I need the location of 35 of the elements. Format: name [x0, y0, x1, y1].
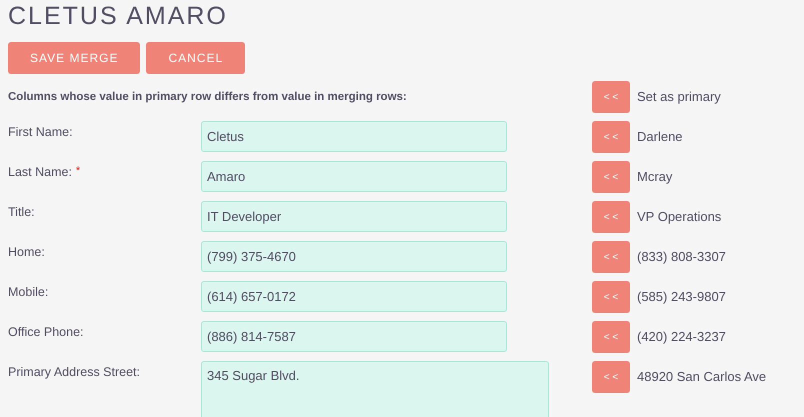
- field-label: Mobile:: [8, 284, 48, 301]
- field-label: First Name:: [8, 124, 73, 141]
- merge-value: Set as primary: [637, 88, 721, 106]
- merge-value: Mcray: [637, 168, 672, 186]
- copy-value-button[interactable]: < <: [592, 281, 630, 313]
- input-field[interactable]: Amaro: [201, 161, 507, 192]
- copy-value-button[interactable]: < <: [592, 81, 630, 113]
- required-mark: *: [76, 164, 80, 179]
- cancel-button[interactable]: CANCEL: [146, 42, 246, 74]
- page-title: CLETUS AMARO: [8, 1, 228, 31]
- copy-value-button[interactable]: < <: [592, 161, 630, 193]
- merge-instructions: Columns whose value in primary row differs from value in merging rows:: [8, 90, 407, 105]
- field-label: Last Name:: [8, 164, 72, 181]
- address-field[interactable]: 345 Sugar Blvd.: [201, 361, 549, 417]
- field-label: Primary Address Street:: [8, 364, 140, 381]
- input-field[interactable]: IT Developer: [201, 201, 507, 232]
- merge-value: 48920 San Carlos Ave: [637, 368, 766, 386]
- input-field[interactable]: (886) 814-7587: [201, 321, 507, 352]
- merge-value: Darlene: [637, 128, 683, 146]
- input-field[interactable]: (799) 375-4670: [201, 241, 507, 272]
- merge-value: (420) 224-3237: [637, 328, 726, 346]
- merge-value: VP Operations: [637, 208, 722, 226]
- copy-value-button[interactable]: < <: [592, 201, 630, 233]
- input-field[interactable]: (614) 657-0172: [201, 281, 507, 312]
- field-label: Home:: [8, 244, 45, 261]
- copy-value-button[interactable]: < <: [592, 121, 630, 153]
- copy-value-button[interactable]: < <: [592, 321, 630, 353]
- merge-value: (585) 243-9807: [637, 288, 726, 306]
- merge-value: (833) 808-3307: [637, 248, 726, 266]
- input-field[interactable]: Cletus: [201, 121, 507, 152]
- field-label: Office Phone:: [8, 324, 84, 341]
- save-merge-button[interactable]: SAVE MERGE: [8, 42, 140, 74]
- copy-value-button[interactable]: < <: [592, 361, 630, 393]
- field-label: Title:: [8, 204, 35, 221]
- copy-value-button[interactable]: < <: [592, 241, 630, 273]
